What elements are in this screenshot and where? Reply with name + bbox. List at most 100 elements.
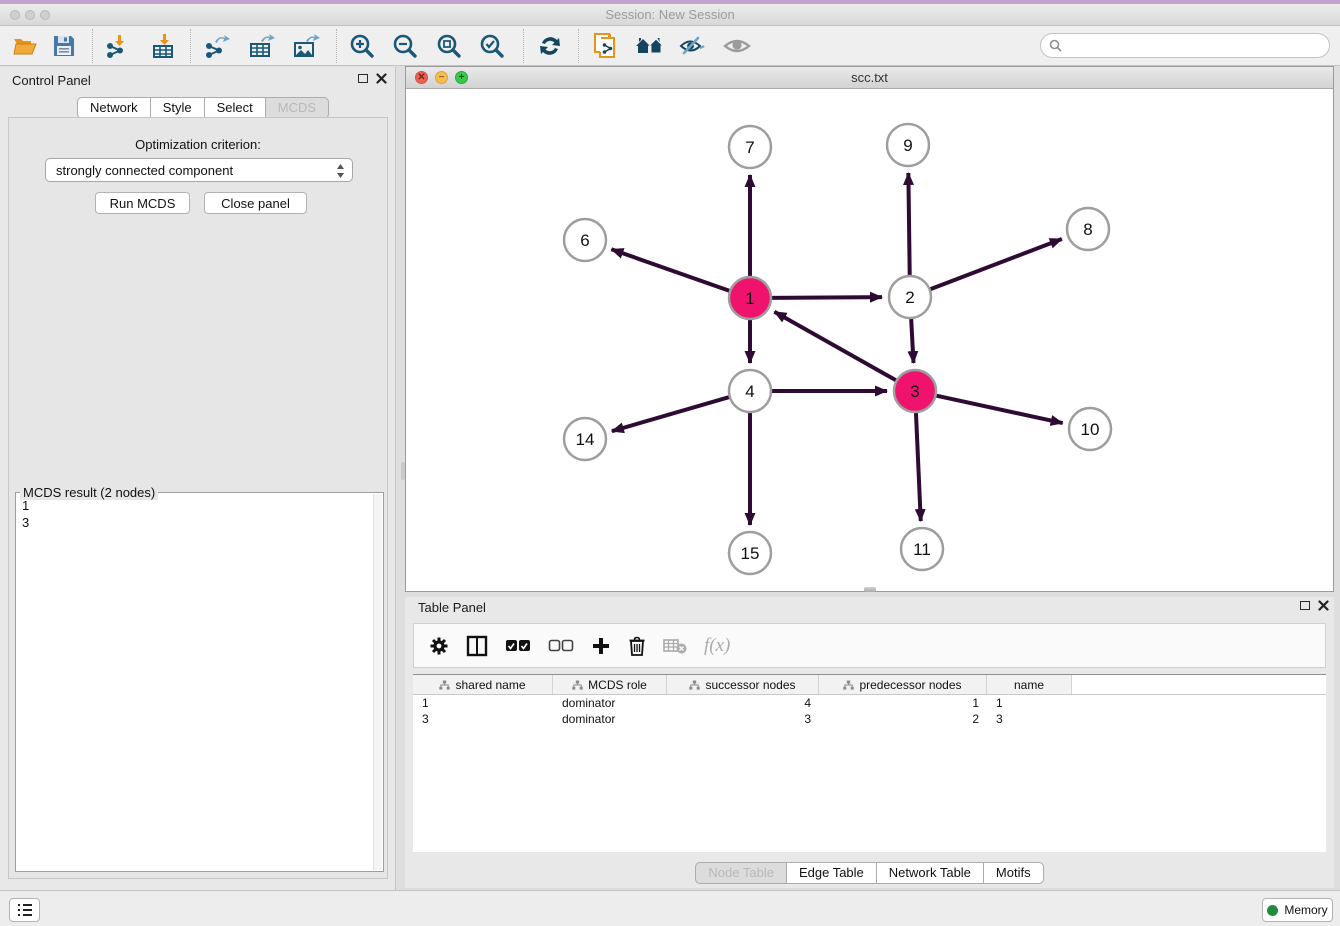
zoom-in-button[interactable] — [349, 33, 375, 59]
column-header-successor-nodes[interactable]: successor nodes — [667, 675, 819, 694]
import-network-button[interactable] — [104, 33, 130, 59]
vertical-splitter-grip[interactable] — [401, 462, 405, 480]
hide-selected-button[interactable] — [678, 33, 706, 59]
edge-2-3[interactable] — [911, 319, 913, 363]
optimization-criterion-value: strongly connected component — [56, 163, 233, 178]
cell[interactable]: 1 — [819, 695, 987, 711]
export-image-button[interactable] — [292, 33, 320, 59]
import-network-icon — [104, 33, 130, 59]
tab-motifs[interactable]: Motifs — [983, 862, 1044, 884]
tab-network[interactable]: Network — [77, 97, 151, 119]
node-14[interactable]: 14 — [564, 418, 606, 460]
optimization-criterion-label: Optimization criterion: — [9, 137, 387, 152]
cell[interactable]: 2 — [819, 711, 987, 727]
cell[interactable]: 4 — [667, 695, 819, 711]
cyndex-browse-button[interactable] — [634, 33, 666, 59]
node-8[interactable]: 8 — [1067, 208, 1109, 250]
node-11[interactable]: 11 — [901, 528, 943, 570]
open-session-button[interactable] — [12, 33, 38, 59]
zoom-window-button[interactable] — [40, 10, 50, 20]
search-input[interactable] — [1068, 38, 1329, 53]
close-panel-button[interactable]: Close panel — [204, 192, 307, 214]
svg-text:15: 15 — [741, 544, 760, 563]
tab-style[interactable]: Style — [150, 97, 205, 119]
tab-mcds[interactable]: MCDS — [265, 97, 329, 119]
edge-3-11[interactable] — [916, 413, 921, 521]
splitter-grip[interactable] — [864, 587, 876, 592]
table-settings-button[interactable] — [429, 636, 449, 656]
deselect-all-button[interactable] — [548, 639, 574, 653]
zoom-selected-button[interactable] — [479, 33, 505, 59]
zoom-fit-button[interactable] — [436, 33, 462, 59]
result-scrollbar[interactable] — [373, 494, 382, 870]
optimization-criterion-select[interactable]: strongly connected component — [45, 158, 353, 182]
edge-1-2[interactable] — [772, 297, 882, 298]
run-mcds-button[interactable]: Run MCDS — [95, 192, 190, 214]
table-row[interactable]: 3dominator323 — [413, 711, 1326, 727]
cell[interactable]: 1 — [413, 695, 553, 711]
column-header-MCDS-role[interactable]: MCDS role — [553, 675, 667, 694]
apply-layout-button[interactable] — [537, 33, 563, 59]
node-3[interactable]: 3 — [894, 370, 936, 412]
edge-1-6[interactable] — [611, 249, 729, 290]
delete-table-button[interactable] — [663, 637, 687, 655]
export-table-button[interactable] — [248, 33, 276, 59]
close-window-button[interactable] — [10, 10, 20, 20]
tab-select[interactable]: Select — [204, 97, 266, 119]
tab-edge-table[interactable]: Edge Table — [786, 862, 877, 884]
column-header-shared-name[interactable]: shared name — [413, 675, 553, 694]
cell[interactable]: 1 — [987, 695, 1072, 711]
table-row[interactable]: 1dominator411 — [413, 695, 1326, 711]
column-header-predecessor-nodes[interactable]: predecessor nodes — [819, 675, 987, 694]
float-panel-icon[interactable] — [358, 74, 368, 83]
edge-4-14[interactable] — [612, 397, 729, 431]
search-box[interactable] — [1040, 33, 1330, 58]
save-session-button[interactable] — [52, 33, 76, 59]
node-1[interactable]: 1 — [729, 277, 771, 319]
tab-node-table[interactable]: Node Table — [695, 862, 787, 884]
show-hidden-button[interactable] — [722, 33, 752, 59]
network-graph-canvas[interactable]: 7 9 6 8 1 2 4 3 14 10 15 11 — [406, 89, 1333, 591]
node-9[interactable]: 9 — [887, 124, 929, 166]
column-type-icon — [572, 680, 583, 690]
memory-button[interactable]: Memory — [1262, 898, 1333, 922]
table-body: 1dominator4113dominator323 — [413, 695, 1326, 727]
node-2[interactable]: 2 — [889, 276, 931, 318]
edge-2-9[interactable] — [908, 173, 909, 275]
close-panel-icon[interactable] — [376, 73, 387, 84]
task-history-button[interactable] — [9, 898, 40, 922]
show-columns-button[interactable] — [466, 635, 488, 657]
close-view-button[interactable]: ✕ — [415, 71, 428, 84]
node-4[interactable]: 4 — [729, 370, 771, 412]
node-6[interactable]: 6 — [564, 219, 606, 261]
float-panel-icon[interactable] — [1300, 601, 1310, 610]
minimize-view-button[interactable]: − — [435, 71, 448, 84]
maximize-view-button[interactable]: + — [455, 71, 468, 84]
cell[interactable]: 3 — [667, 711, 819, 727]
edge-3-10[interactable] — [936, 396, 1062, 423]
zoom-out-icon — [392, 33, 418, 59]
cell[interactable]: 3 — [413, 711, 553, 727]
function-builder-button[interactable]: f(x) — [704, 635, 730, 657]
close-panel-icon[interactable] — [1318, 600, 1329, 611]
tab-network-table[interactable]: Network Table — [876, 862, 984, 884]
node-7[interactable]: 7 — [729, 126, 771, 168]
export-network-button[interactable] — [203, 33, 231, 59]
select-all-button[interactable] — [505, 639, 531, 653]
import-table-button[interactable] — [150, 33, 176, 59]
edge-3-1[interactable] — [774, 312, 895, 380]
column-header-name[interactable]: name — [987, 675, 1072, 694]
node-10[interactable]: 10 — [1069, 408, 1111, 450]
add-column-button[interactable] — [591, 636, 611, 656]
cell[interactable]: dominator — [553, 695, 667, 711]
table-toolbar: f(x) — [413, 623, 1326, 668]
zoom-out-button[interactable] — [392, 33, 418, 59]
minimize-window-button[interactable] — [25, 10, 35, 20]
import-table-icon — [150, 33, 176, 59]
node-15[interactable]: 15 — [729, 532, 771, 574]
delete-column-button[interactable] — [628, 636, 646, 656]
copy-style-button[interactable] — [592, 33, 620, 59]
cell[interactable]: dominator — [553, 711, 667, 727]
edge-2-8[interactable] — [931, 239, 1062, 289]
cell[interactable]: 3 — [987, 711, 1072, 727]
